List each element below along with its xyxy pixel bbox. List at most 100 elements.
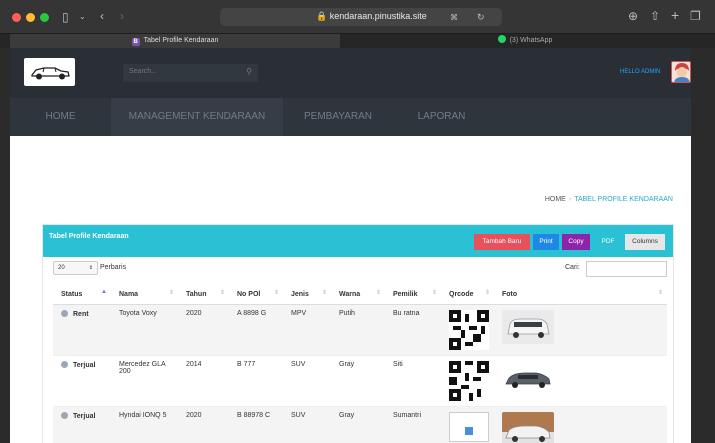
print-button[interactable]: Print <box>533 234 559 250</box>
translate-icon[interactable]: ⌘ <box>450 12 458 24</box>
col-foto[interactable]: Foto ⇕ <box>494 285 667 305</box>
status-cell: Rent <box>53 303 111 355</box>
status-text: Terjual <box>73 361 96 369</box>
sort-icon: ⇕ <box>168 290 174 296</box>
tahun-cell: 2020 <box>178 405 229 443</box>
address-bar[interactable]: 🔒 kendaraan.pinustika.site ⌘ ↻ <box>220 8 502 26</box>
page-length-select[interactable]: 20 ⇕ <box>53 261 98 275</box>
sort-icon: ⇕ <box>375 290 381 296</box>
sort-icon: ⇕ <box>431 290 437 296</box>
tab-whatsapp[interactable]: (3) WhatsApp <box>345 34 705 48</box>
col-qrcode[interactable]: Qrcode ⇕ <box>441 285 494 305</box>
pemilik-cell: Siti <box>385 354 441 406</box>
minimize-window-button[interactable] <box>26 13 35 22</box>
sort-icon: ⇕ <box>273 290 279 296</box>
sort-icon: ⇕ <box>484 290 490 296</box>
expand-row-icon[interactable] <box>61 411 68 419</box>
add-new-button[interactable]: Tambah Baru <box>474 234 530 250</box>
columns-button[interactable]: Columns <box>625 234 665 250</box>
col-pemilik[interactable]: Pemilik ⇕ <box>385 285 441 305</box>
jenis-cell: MPV <box>283 303 331 355</box>
vehicle-panel: Tabel Profile Kendaraan Tambah Baru Prin… <box>42 224 674 443</box>
url-text: 🔒 kendaraan.pinustika.site <box>316 11 427 21</box>
nav-home[interactable]: HOME <box>10 98 111 136</box>
nama-cell: Toyota Voxy <box>111 303 178 355</box>
sort-icon: ⇕ <box>219 290 225 296</box>
search-icon[interactable]: ⚲ <box>246 67 252 76</box>
foto-cell <box>494 354 667 406</box>
tab-label: Tabel Profile Kendaraan <box>143 37 219 44</box>
panel-header: Tabel Profile Kendaraan Tambah Baru Prin… <box>43 225 673 257</box>
tahun-cell: 2020 <box>178 303 229 355</box>
avatar[interactable] <box>671 61 691 83</box>
warna-cell: Gray <box>331 405 385 443</box>
reload-icon[interactable]: ↻ <box>477 11 485 23</box>
col-warna[interactable]: Warna ⇕ <box>331 285 385 305</box>
chevron-right-icon: › <box>568 196 572 203</box>
qr-code-placeholder[interactable] <box>449 411 489 442</box>
forward-icon[interactable]: › <box>120 10 124 22</box>
nopol-cell: B 88978 C <box>229 405 283 443</box>
expand-row-icon[interactable] <box>61 360 68 368</box>
breadcrumb: HOME › TABEL PROFILE KENDARAAN <box>545 196 673 203</box>
close-window-button[interactable] <box>12 13 21 22</box>
expand-row-icon[interactable] <box>61 309 68 317</box>
table-search-input[interactable] <box>586 261 667 277</box>
search-input[interactable]: Search... <box>129 68 157 75</box>
status-cell: Terjual <box>53 405 111 443</box>
breadcrumb-home[interactable]: HOME <box>545 196 566 203</box>
panel-title: Tabel Profile Kendaraan <box>49 233 129 240</box>
col-jenis[interactable]: Jenis ⇕ <box>283 285 331 305</box>
sort-icon: ⇕ <box>657 290 663 296</box>
maximize-window-button[interactable] <box>40 13 49 22</box>
status-cell: Terjual <box>53 354 111 406</box>
col-nopol[interactable]: No POl ⇕ <box>229 285 283 305</box>
browser-titlebar: ▯ ⌄ ‹ › 🔒 kendaraan.pinustika.site ⌘ ↻ ⊕… <box>0 0 715 34</box>
new-tab-icon[interactable]: + <box>671 8 679 22</box>
user-greeting[interactable]: HELLO ADMIN <box>620 69 660 75</box>
qrcode-cell <box>441 405 494 443</box>
back-icon[interactable]: ‹ <box>100 10 104 22</box>
tab-strip: B Tabel Profile Kendaraan (3) WhatsApp <box>0 34 715 48</box>
table-row[interactable]: Terjual Hyndai IONQ 5 2020 B 88978 C SUV… <box>53 405 667 443</box>
breadcrumb-current: TABEL PROFILE KENDARAAN <box>574 196 673 203</box>
qr-code-icon[interactable] <box>449 309 489 350</box>
table-header-row: Status ▲ Nama ⇕ Tahun ⇕ No POl ⇕ Jenis ⇕ Warn… <box>53 285 667 305</box>
foto-cell <box>494 405 667 443</box>
col-status[interactable]: Status ▲ <box>53 285 111 305</box>
pemilik-cell: Bu ratna <box>385 303 441 355</box>
qr-code-icon[interactable] <box>449 360 489 401</box>
bootstrap-icon: B <box>131 38 140 46</box>
nav-pembayaran[interactable]: PEMBAYARAN <box>283 98 393 136</box>
pdf-button[interactable]: PDF <box>593 234 623 250</box>
nav-management-kendaraan[interactable]: MANAGEMENT KENDARAAN <box>111 98 283 136</box>
chevron-down-icon[interactable]: ⌄ <box>79 11 86 23</box>
car-photo-icon[interactable] <box>502 360 554 395</box>
tahun-cell: 2014 <box>178 354 229 406</box>
warna-cell: Putih <box>331 303 385 355</box>
col-nama[interactable]: Nama ⇕ <box>111 285 178 305</box>
nama-cell: Mercedez GLA 200 <box>111 354 178 406</box>
table-row[interactable]: Terjual Mercedez GLA 200 2014 B 777 SUV … <box>53 354 667 406</box>
logo[interactable] <box>24 58 75 86</box>
share-icon[interactable]: ⇧ <box>650 10 660 22</box>
table-row[interactable]: Rent Toyota Voxy 2020 A 8898 G MPV Putih… <box>53 303 667 355</box>
chevron-updown-icon: ⇕ <box>88 265 93 271</box>
nav-laporan[interactable]: LAPORAN <box>393 98 490 136</box>
search-box[interactable]: Search... ⚲ <box>123 64 258 82</box>
page-length-value: 20 <box>58 265 65 271</box>
col-tahun[interactable]: Tahun ⇕ <box>178 285 229 305</box>
nopol-cell: B 777 <box>229 354 283 406</box>
qrcode-cell <box>441 303 494 355</box>
car-photo-icon[interactable] <box>502 309 554 344</box>
pemilik-cell: Sumantri <box>385 405 441 443</box>
page-length-label: Perbaris <box>100 264 127 271</box>
tab-overview-icon[interactable]: ❐ <box>690 10 701 22</box>
sidebar-icon[interactable]: ▯ <box>62 11 69 23</box>
status-text: Terjual <box>73 412 96 420</box>
copy-button[interactable]: Copy <box>562 234 590 250</box>
download-icon[interactable]: ⊕ <box>628 10 638 22</box>
car-photo-icon[interactable] <box>502 411 554 443</box>
tab-tabel-profile[interactable]: B Tabel Profile Kendaraan <box>10 34 340 48</box>
main-nav: HOME MANAGEMENT KENDARAAN PEMBAYARAN LAP… <box>10 98 691 136</box>
